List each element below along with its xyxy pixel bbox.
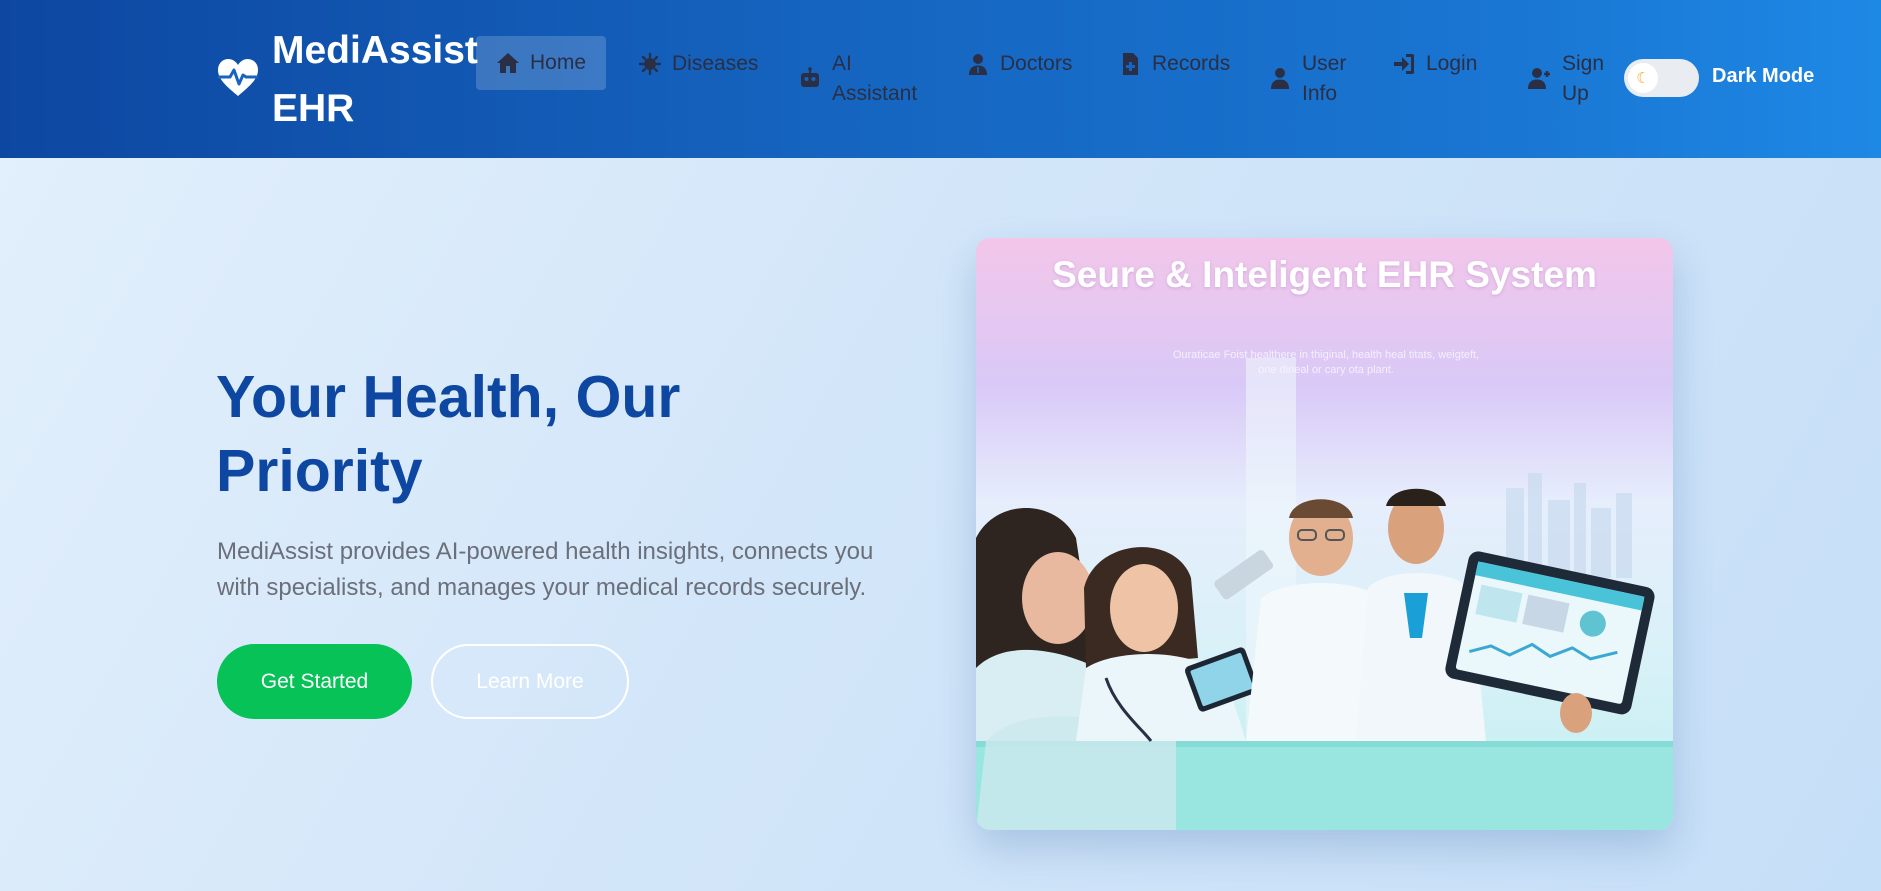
file-medical-icon [1123, 53, 1138, 75]
nav-user-info-label: User Info [1302, 52, 1347, 105]
brand-logo[interactable]: MediAssist EHR [216, 22, 492, 138]
nav-doctors-label: Doctors [1000, 52, 1073, 75]
nav-sign-up[interactable]: Sign Up [1528, 49, 1606, 109]
nav-doctors[interactable]: Doctors [966, 49, 1072, 79]
nav-diseases[interactable]: Diseases [638, 49, 758, 79]
hero-image-title: Seure & Inteligent EHR System [976, 254, 1673, 296]
user-plus-icon [1528, 68, 1550, 89]
sign-in-icon [1394, 54, 1414, 74]
hero-image: Seure & Inteligent EHR System Ouraticae … [976, 238, 1673, 830]
doctor-icon [969, 54, 987, 75]
learn-more-button[interactable]: Learn More [431, 644, 629, 719]
nav-home[interactable]: Home [476, 36, 607, 90]
nav-records[interactable]: Records [1118, 49, 1230, 79]
brand-name: MediAssist EHR [272, 29, 478, 130]
dark-mode-toggle[interactable]: ☾ [1624, 59, 1699, 97]
user-icon [1271, 68, 1289, 89]
nav-login[interactable]: Login [1392, 49, 1477, 79]
hero-image-subtitle: Ouraticae Foist healthere in thiginal, h… [1172, 349, 1480, 376]
nav-ai-assistant-label: AI Assistant [832, 52, 918, 105]
virus-icon [638, 52, 662, 76]
nav-login-label: Login [1426, 52, 1478, 75]
navbar: MediAssist EHR Home Diseases AI Assistan… [0, 0, 1881, 158]
nav-home-label: Home [530, 51, 587, 74]
hero-image-title-text: Seure & Inteligent EHR System [1052, 254, 1597, 295]
hero-description: MediAssist provides AI-powered health in… [217, 538, 874, 601]
nav-records-label: Records [1152, 52, 1231, 75]
home-icon [497, 53, 519, 73]
hero-title: Your Health, Our Priority [216, 364, 681, 504]
nav-diseases-label: Diseases [672, 52, 759, 75]
nav-sign-up-label: Sign Up [1562, 52, 1605, 105]
nav-ai-assistant[interactable]: AI Assistant [798, 49, 922, 109]
get-started-button[interactable]: Get Started [217, 644, 412, 719]
doctors-with-tablets-illustration [976, 358, 1673, 830]
robot-icon [801, 67, 819, 87]
moon-icon: ☾ [1628, 63, 1658, 93]
dark-mode-label: Dark Mode [1712, 65, 1815, 87]
nav-user-info[interactable]: User Info [1268, 49, 1358, 109]
heart-pulse-icon [217, 59, 259, 96]
